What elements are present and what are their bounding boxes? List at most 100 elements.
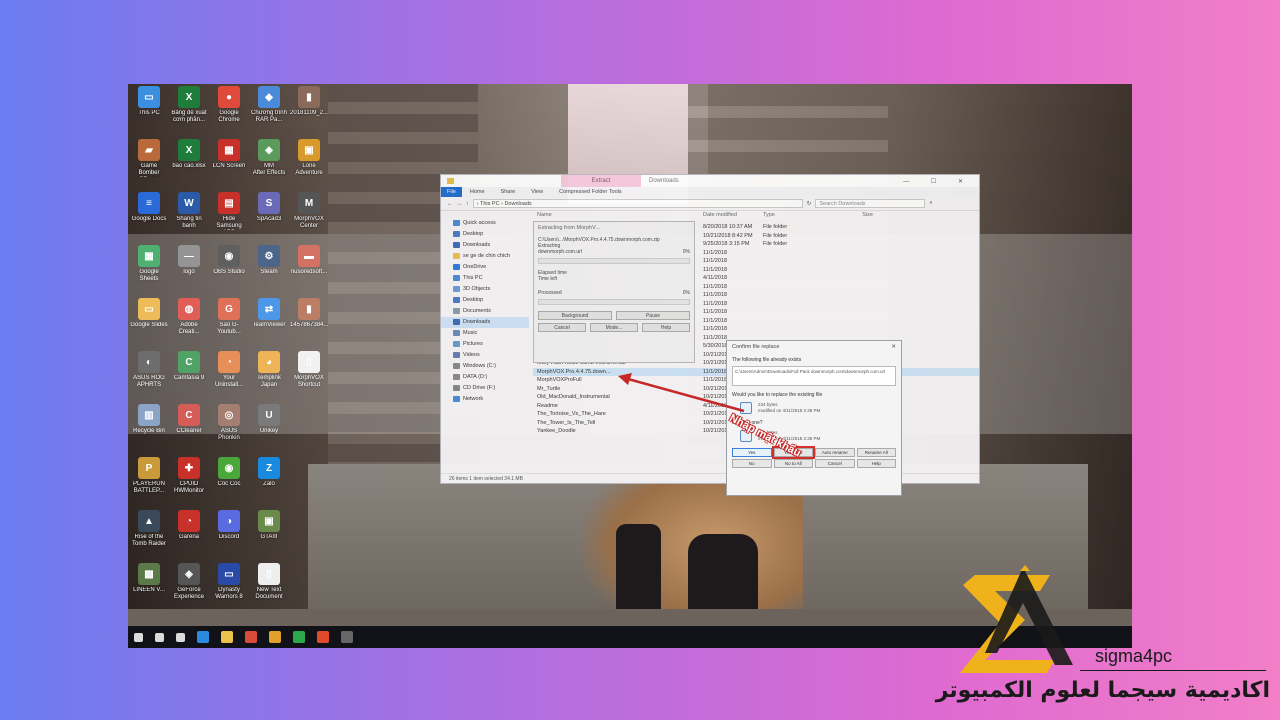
desktop-icon[interactable]: ▣ GTAIII — [250, 510, 288, 560]
app-icon: ▯ — [258, 563, 280, 585]
desktop-icon-label — [290, 481, 328, 495]
desktop-icon[interactable]: ▮ 20181109_2... — [290, 86, 328, 136]
desktop-icon[interactable]: ◉ Cốc Cốc — [210, 457, 248, 507]
desktop-icon[interactable]: ◈ GeForce Experience — [170, 563, 208, 613]
file-type: File folder — [763, 232, 788, 239]
pause-button[interactable]: Pause — [616, 311, 690, 320]
desktop-icon[interactable]: ▰ Game Bomber CR.exe — [130, 139, 168, 189]
nav-item[interactable]: This PC — [441, 273, 529, 284]
windows-start-icon[interactable] — [134, 632, 143, 642]
desktop-icon[interactable]: ▣ Lone Adventure — [290, 139, 328, 189]
desktop-icon[interactable]: ✚ CPUID HWMonitor — [170, 457, 208, 507]
task-view-icon[interactable] — [176, 632, 185, 642]
address-path[interactable]: › This PC › Downloads — [472, 199, 803, 208]
desktop-icon[interactable]: ▭ Dynasty Warriors 8 — [210, 563, 248, 613]
nav-item[interactable]: Documents — [441, 306, 529, 317]
replace-option-button[interactable]: Help — [856, 459, 896, 468]
search-icon[interactable] — [155, 632, 164, 642]
chrome-icon[interactable] — [269, 631, 281, 643]
refresh-icon[interactable]: ↻ — [807, 201, 812, 207]
column-size[interactable]: Size — [823, 212, 873, 223]
up-arrow-icon[interactable]: ↑ — [466, 201, 469, 207]
tab-file[interactable]: File — [441, 187, 462, 197]
nav-item[interactable]: OneDrive — [441, 262, 529, 273]
app-gray-icon[interactable] — [341, 631, 353, 643]
desktop-icon[interactable]: ▩ LINEEN V... — [130, 563, 168, 613]
desktop-icon[interactable]: Xbao cao.xlsx — [170, 139, 208, 189]
replace-option-button[interactable]: No to All — [773, 459, 813, 468]
nav-item[interactable]: Windows (C:) — [441, 361, 529, 372]
tab-compressed-tools[interactable]: Compressed Folder Tools — [551, 189, 630, 195]
folder-icon — [453, 318, 460, 325]
close-icon[interactable]: ✕ — [891, 344, 896, 350]
edge-icon[interactable] — [197, 631, 209, 643]
desktop-icon[interactable]: ◈ MM After Effects — [250, 139, 288, 189]
replace-option-button[interactable]: No — [732, 459, 772, 468]
nav-item[interactable]: se ge de chin chich — [441, 251, 529, 262]
cancel-button[interactable]: Cancel — [538, 323, 586, 332]
app-icon: X — [178, 86, 200, 108]
desktop-icon[interactable]: ● Google Chrome — [210, 86, 248, 136]
extract-context-tab[interactable]: Extract — [561, 175, 641, 187]
extract-progress-dialog[interactable]: Extracting from MorphV... C:\Users\...\M… — [533, 221, 695, 363]
app-icon: ▭ — [218, 563, 240, 585]
desktop-icon[interactable]: ◆ Chương trình RAR Pa... — [250, 86, 288, 136]
chart-app-icon[interactable] — [245, 631, 257, 643]
background-button[interactable]: Background — [538, 311, 612, 320]
desktop-icon[interactable]: ▲ Rise of the Tomb Raider — [130, 510, 168, 560]
tab-share[interactable]: Share — [493, 189, 524, 195]
nav-item-label: se ge de chin chich — [463, 253, 511, 259]
nav-item[interactable]: Videos — [441, 350, 529, 361]
nav-item[interactable]: DATA (D:) — [441, 372, 529, 383]
folder-icon — [453, 219, 460, 226]
search-icon: ⌕ — [929, 200, 933, 206]
replace-option-button[interactable]: Yes — [732, 448, 772, 457]
column-type[interactable]: Type — [763, 212, 823, 223]
nav-item[interactable]: Network — [441, 394, 529, 405]
desktop-icon — [290, 510, 328, 560]
replace-option-button[interactable]: Cancel — [815, 459, 855, 468]
replace-option-button[interactable]: Rename All — [856, 448, 896, 457]
processed-percent: 0% — [682, 290, 690, 296]
desktop-icon[interactable]: ▯ New Text Document — [250, 563, 288, 613]
nav-item[interactable]: Music — [441, 328, 529, 339]
desktop-icon[interactable]: ◑ Discord — [210, 510, 248, 560]
desktop-icon[interactable]: P PLAYERUN BATTLEP... — [130, 457, 168, 507]
desktop-icon-label: Garena — [178, 534, 199, 540]
app-icon: ◑ — [218, 510, 240, 532]
desktop-icon[interactable]: ▭ This PC — [130, 86, 168, 136]
desktop-icon[interactable]: X Bảng đề xuất cơm phần... — [170, 86, 208, 136]
desktop-icon[interactable]: ◔ Garena — [170, 510, 208, 560]
forward-arrow-icon[interactable]: → — [457, 201, 463, 207]
file-explorer-icon[interactable] — [221, 631, 233, 643]
column-date[interactable]: Date modified — [703, 212, 763, 223]
window-controls[interactable]: — ☐ ✕ — [903, 178, 973, 185]
nav-item[interactable]: CD Drive (F:) — [441, 383, 529, 394]
file-date: 11/1/2018 — [703, 283, 728, 290]
desktop-icon[interactable]: ▦ LCN Screen — [210, 139, 248, 189]
search-input[interactable]: Search Downloads — [815, 199, 926, 208]
replace-option-button[interactable]: Auto rename — [815, 448, 855, 457]
nav-item-label: Pictures — [463, 341, 483, 347]
desktop-icon[interactable]: Z Zalo — [250, 457, 288, 507]
app-icon: ▭ — [138, 86, 160, 108]
app-red-icon[interactable] — [317, 631, 329, 643]
nav-item[interactable]: Pictures — [441, 339, 529, 350]
nav-item[interactable]: Desktop — [441, 229, 529, 240]
back-arrow-icon[interactable]: ← — [447, 201, 453, 207]
nav-item[interactable]: 3D Objects — [441, 284, 529, 295]
nav-item[interactable]: Downloads — [441, 317, 529, 328]
file-type — [763, 266, 823, 275]
tab-home[interactable]: Home — [462, 189, 493, 195]
desktop-icon-label: GeForce Experience — [173, 587, 205, 600]
mode-button[interactable]: Mode... — [590, 323, 638, 332]
help-button[interactable]: Help — [642, 323, 690, 332]
tab-view[interactable]: View — [523, 189, 551, 195]
nav-item-label: Music — [463, 330, 478, 336]
nav-item[interactable]: Downloads — [441, 240, 529, 251]
camtasia-icon[interactable] — [293, 631, 305, 643]
nav-item[interactable]: Quick access — [441, 218, 529, 229]
file-date: 4/11/2018 — [703, 275, 728, 281]
nav-item[interactable]: Desktop — [441, 295, 529, 306]
app-icon: ◈ — [258, 139, 280, 161]
